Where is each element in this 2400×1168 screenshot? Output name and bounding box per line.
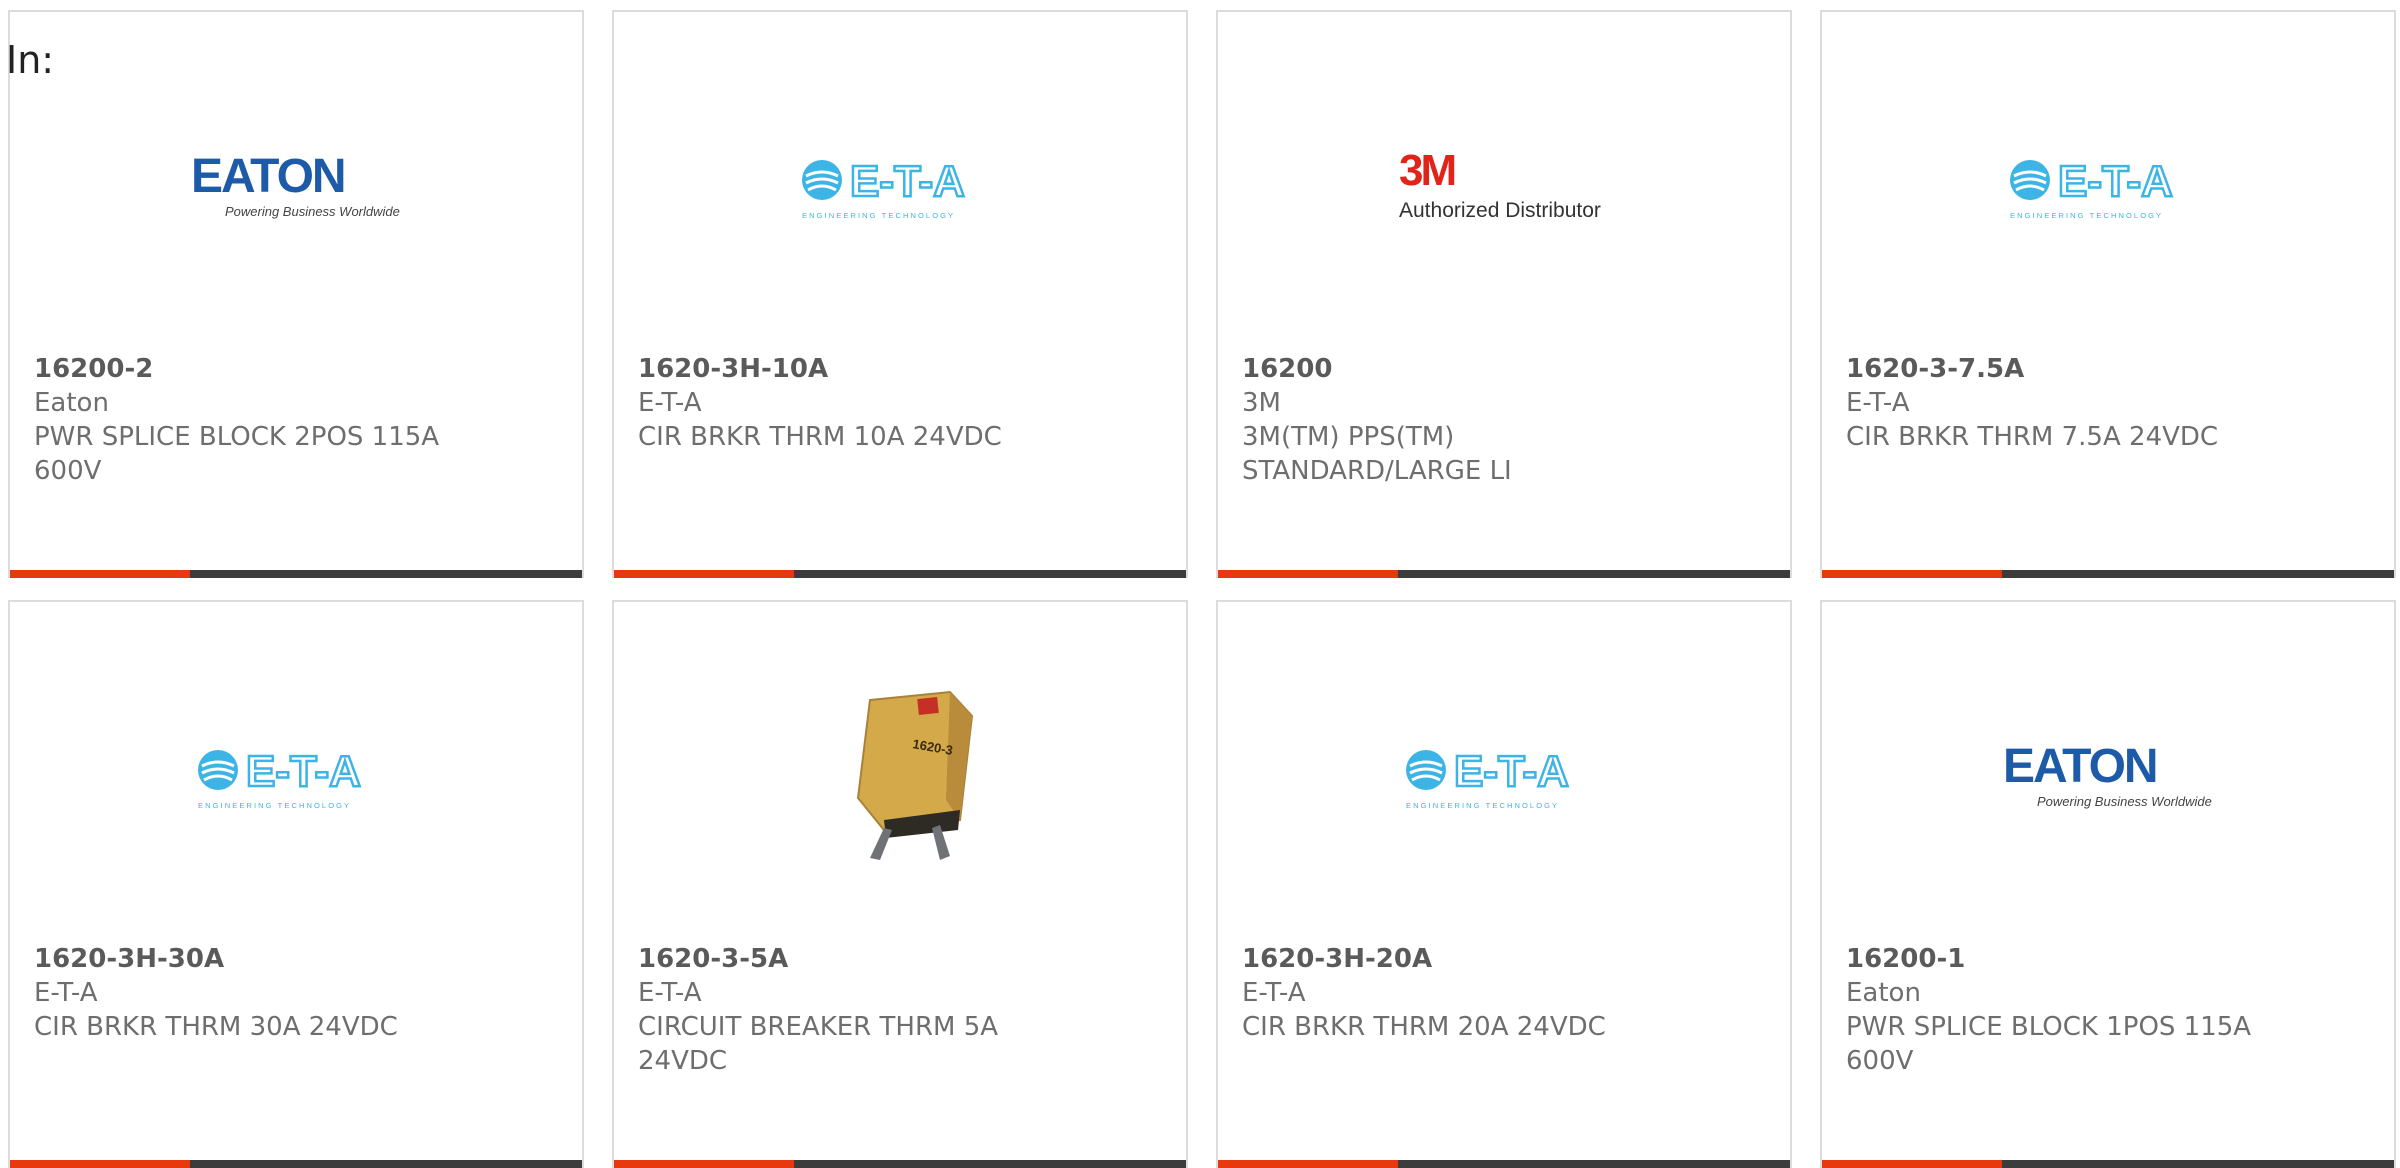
part-number[interactable]: 1620-3H-20A: [1242, 942, 1766, 976]
manufacturer: Eaton: [34, 388, 109, 418]
photo-area: 1620-3: [614, 668, 1186, 872]
svg-text:Powering Business Worldwide: Powering Business Worldwide: [2037, 794, 2212, 809]
card-footer-bar: [614, 570, 1186, 578]
card-footer-bar: [1822, 570, 2394, 578]
product-info: 1620-3H-20A E-T-A CIR BRKR THRM 20A 24VD…: [1242, 942, 1766, 1044]
logo-area: E-T-A ENGINEERING TECHNOLOGY: [1218, 722, 1790, 832]
manufacturer: E-T-A: [638, 388, 702, 418]
product-card[interactable]: 1620-3 1620-3-5A E-T-A CIRCUIT BREAKER T…: [612, 600, 1188, 1168]
filter-prefix-label: In:: [6, 38, 55, 82]
part-number[interactable]: 1620-3H-10A: [638, 352, 1162, 386]
product-card[interactable]: EATON Powering Business Worldwide 16200-…: [8, 10, 584, 578]
product-card[interactable]: E-T-A ENGINEERING TECHNOLOGY 1620-3H-10A…: [612, 10, 1188, 578]
manufacturer: E-T-A: [638, 978, 702, 1008]
svg-text:ENGINEERING TECHNOLOGY: ENGINEERING TECHNOLOGY: [1406, 801, 1559, 810]
3m-logo-icon: 3M Authorized Distributor: [1399, 147, 1601, 222]
product-info: 1620-3-7.5A E-T-A CIR BRKR THRM 7.5A 24V…: [1846, 352, 2370, 454]
product-card[interactable]: 3M Authorized Distributor 16200 3M 3M(TM…: [1216, 10, 1792, 578]
svg-text:ENGINEERING TECHNOLOGY: ENGINEERING TECHNOLOGY: [2010, 211, 2163, 220]
manufacturer: E-T-A: [1846, 388, 1910, 418]
description: PWR SPLICE BLOCK 2POS 115A 600V: [34, 422, 440, 486]
svg-text:ENGINEERING TECHNOLOGY: ENGINEERING TECHNOLOGY: [198, 801, 351, 810]
product-info: 1620-3-5A E-T-A CIRCUIT BREAKER THRM 5A …: [638, 942, 1162, 1078]
svg-text:E-T-A: E-T-A: [1454, 747, 1569, 796]
logo-area: EATON Powering Business Worldwide: [1822, 722, 2394, 832]
card-footer-bar: [614, 1160, 1186, 1168]
card-footer-bar: [1218, 570, 1790, 578]
circuit-breaker-photo-icon: 1620-3: [800, 670, 1000, 870]
card-footer-bar: [10, 1160, 582, 1168]
description: 3M(TM) PPS(TM) STANDARD/LARGE LI: [1242, 422, 1512, 486]
card-footer-bar: [10, 570, 582, 578]
product-info: 16200-2 Eaton PWR SPLICE BLOCK 2POS 115A…: [34, 352, 558, 488]
logo-area: EATON Powering Business Worldwide: [10, 132, 582, 242]
manufacturer: E-T-A: [34, 978, 98, 1008]
eaton-logo-icon: EATON Powering Business Worldwide: [2003, 742, 2213, 812]
logo-area: E-T-A ENGINEERING TECHNOLOGY: [10, 722, 582, 832]
manufacturer: Eaton: [1846, 978, 1921, 1008]
card-accent-bar: [1822, 570, 2002, 578]
product-info: 1620-3H-10A E-T-A CIR BRKR THRM 10A 24VD…: [638, 352, 1162, 454]
svg-text:EATON: EATON: [191, 152, 345, 203]
svg-text:E-T-A: E-T-A: [2058, 157, 2173, 206]
description: PWR SPLICE BLOCK 1POS 115A 600V: [1846, 1012, 2252, 1076]
logo-area: E-T-A ENGINEERING TECHNOLOGY: [614, 132, 1186, 242]
card-footer-bar: [1822, 1160, 2394, 1168]
card-accent-bar: [614, 1160, 794, 1168]
eta-logo-icon: E-T-A ENGINEERING TECHNOLOGY: [198, 746, 362, 810]
card-accent-bar: [1822, 1160, 2002, 1168]
description: CIRCUIT BREAKER THRM 5A 24VDC: [638, 1012, 999, 1076]
logo-area: E-T-A ENGINEERING TECHNOLOGY: [1822, 132, 2394, 242]
description: CIR BRKR THRM 10A 24VDC: [638, 422, 1002, 452]
svg-text:EATON: EATON: [2003, 742, 2157, 793]
svg-text:E-T-A: E-T-A: [850, 157, 965, 206]
part-number[interactable]: 1620-3-5A: [638, 942, 1162, 976]
svg-text:Powering Business Worldwide: Powering Business Worldwide: [225, 204, 400, 219]
product-card[interactable]: E-T-A ENGINEERING TECHNOLOGY 1620-3-7.5A…: [1820, 10, 2396, 578]
part-number[interactable]: 16200: [1242, 352, 1766, 386]
part-number[interactable]: 16200-2: [34, 352, 558, 386]
eaton-logo-icon: EATON Powering Business Worldwide: [191, 152, 401, 222]
eta-logo-icon: E-T-A ENGINEERING TECHNOLOGY: [2010, 156, 2174, 220]
manufacturer: E-T-A: [1242, 978, 1306, 1008]
card-accent-bar: [10, 1160, 190, 1168]
product-card[interactable]: EATON Powering Business Worldwide 16200-…: [1820, 600, 2396, 1168]
part-number[interactable]: 1620-3-7.5A: [1846, 352, 2370, 386]
card-accent-bar: [10, 570, 190, 578]
product-info: 16200 3M 3M(TM) PPS(TM) STANDARD/LARGE L…: [1242, 352, 1766, 488]
card-accent-bar: [1218, 1160, 1398, 1168]
description: CIR BRKR THRM 30A 24VDC: [34, 1012, 398, 1042]
manufacturer: 3M: [1242, 388, 1281, 418]
svg-text:E-T-A: E-T-A: [246, 747, 361, 796]
product-card[interactable]: E-T-A ENGINEERING TECHNOLOGY 1620-3H-30A…: [8, 600, 584, 1168]
card-accent-bar: [1218, 570, 1398, 578]
svg-text:3M: 3M: [1399, 147, 1454, 195]
product-card[interactable]: E-T-A ENGINEERING TECHNOLOGY 1620-3H-20A…: [1216, 600, 1792, 1168]
part-number[interactable]: 1620-3H-30A: [34, 942, 558, 976]
card-accent-bar: [614, 570, 794, 578]
description: CIR BRKR THRM 7.5A 24VDC: [1846, 422, 2219, 452]
svg-text:Authorized Distributor: Authorized Distributor: [1399, 199, 1601, 222]
product-grid: EATON Powering Business Worldwide 16200-…: [8, 10, 2400, 1168]
card-footer-bar: [1218, 1160, 1790, 1168]
product-info: 1620-3H-30A E-T-A CIR BRKR THRM 30A 24VD…: [34, 942, 558, 1044]
svg-text:ENGINEERING TECHNOLOGY: ENGINEERING TECHNOLOGY: [802, 211, 955, 220]
part-number[interactable]: 16200-1: [1846, 942, 2370, 976]
product-info: 16200-1 Eaton PWR SPLICE BLOCK 1POS 115A…: [1846, 942, 2370, 1078]
description: CIR BRKR THRM 20A 24VDC: [1242, 1012, 1606, 1042]
logo-area: 3M Authorized Distributor: [1218, 132, 1790, 242]
eta-logo-icon: E-T-A ENGINEERING TECHNOLOGY: [1406, 746, 1570, 810]
eta-logo-icon: E-T-A ENGINEERING TECHNOLOGY: [802, 156, 966, 220]
